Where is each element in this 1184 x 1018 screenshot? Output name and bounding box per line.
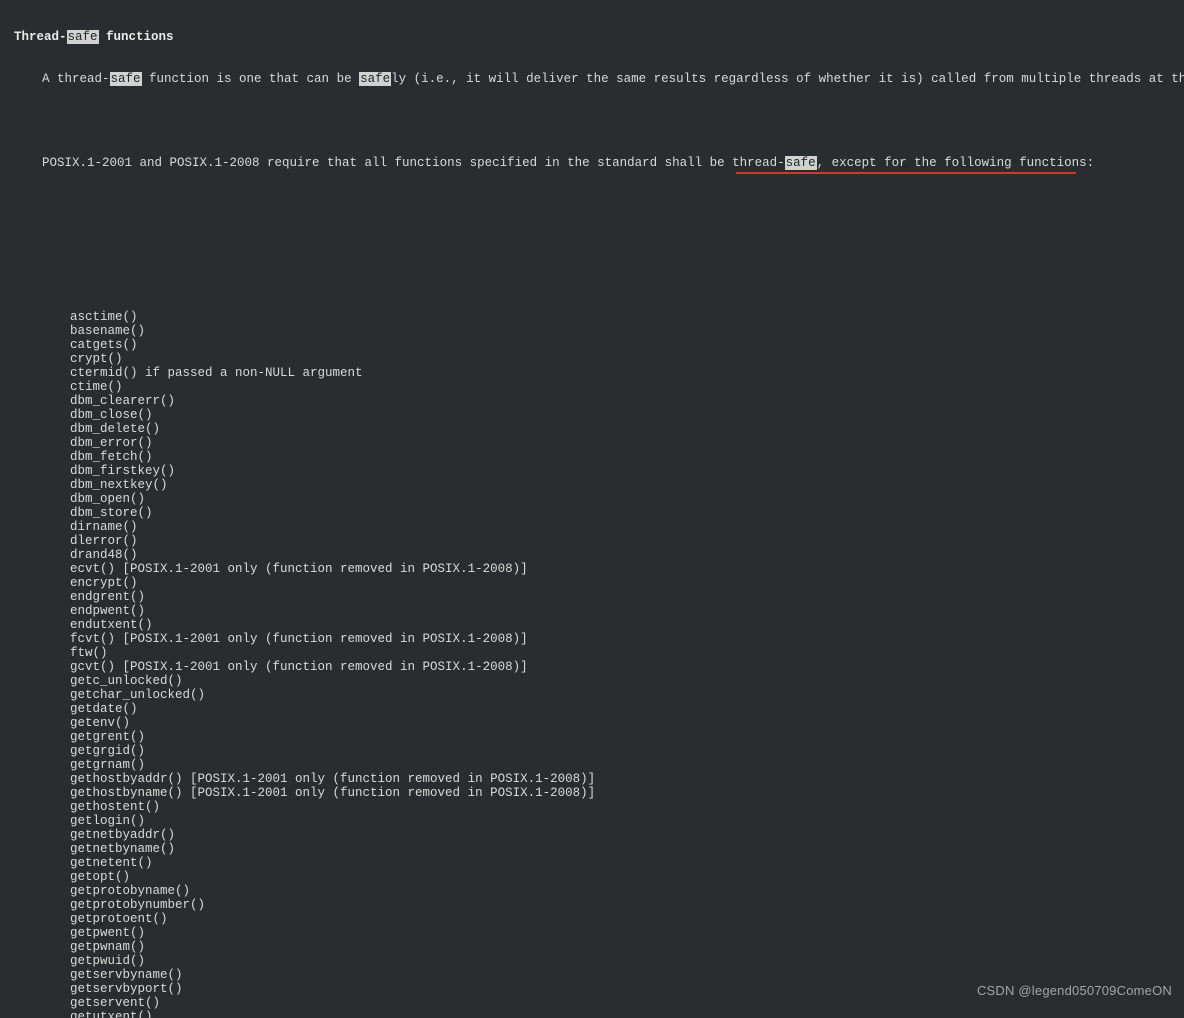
p1-hl1: safe	[110, 72, 142, 86]
function-item: asctime()	[70, 310, 1184, 324]
function-item: getservent()	[70, 996, 1184, 1010]
paragraph-1: A thread-safe function is one that can b…	[42, 72, 1184, 86]
section-title: Thread-safe functions	[14, 30, 1184, 44]
function-item: gethostbyname() [POSIX.1-2001 only (func…	[70, 786, 1184, 800]
function-item: getchar_unlocked()	[70, 688, 1184, 702]
function-item: gethostbyaddr() [POSIX.1-2001 only (func…	[70, 772, 1184, 786]
function-item: dbm_open()	[70, 492, 1184, 506]
function-item: gcvt() [POSIX.1-2001 only (function remo…	[70, 660, 1184, 674]
function-item: gethostent()	[70, 800, 1184, 814]
function-item: getpwnam()	[70, 940, 1184, 954]
p1-mid: function is one that can be	[142, 72, 360, 86]
function-item: dbm_error()	[70, 436, 1184, 450]
function-item: getopt()	[70, 870, 1184, 884]
function-item: ecvt() [POSIX.1-2001 only (function remo…	[70, 562, 1184, 576]
function-item: getpwent()	[70, 926, 1184, 940]
function-item: getgrnam()	[70, 758, 1184, 772]
p1-pre: A thread-	[42, 72, 110, 86]
title-post: functions	[99, 30, 174, 44]
watermark: CSDN @legend050709ComeON	[977, 984, 1172, 998]
function-item: getnetent()	[70, 856, 1184, 870]
function-item: encrypt()	[70, 576, 1184, 590]
function-item: basename()	[70, 324, 1184, 338]
function-item: dbm_store()	[70, 506, 1184, 520]
function-item: endutxent()	[70, 618, 1184, 632]
function-item: getgrgid()	[70, 744, 1184, 758]
function-item: dbm_clearerr()	[70, 394, 1184, 408]
p2-pre: POSIX.1-2001 and POSIX.1-2008 require th…	[42, 156, 785, 170]
function-item: getnetbyname()	[70, 842, 1184, 856]
function-item: getutxent()	[70, 1010, 1184, 1018]
title-highlight: safe	[67, 30, 99, 44]
function-item: dlerror()	[70, 534, 1184, 548]
manpage-content: Thread-safe functions A thread-safe func…	[0, 0, 1184, 1018]
blank-line	[14, 114, 1184, 128]
function-item: getprotobyname()	[70, 884, 1184, 898]
function-item: getdate()	[70, 702, 1184, 716]
function-item: dbm_nextkey()	[70, 478, 1184, 492]
function-item: getgrent()	[70, 730, 1184, 744]
function-item: dbm_close()	[70, 408, 1184, 422]
function-item: getnetbyaddr()	[70, 828, 1184, 842]
function-item: ctime()	[70, 380, 1184, 394]
p2-post: , except for the following functions:	[817, 156, 1095, 170]
p1-hl2: safe	[359, 72, 391, 86]
function-item: getprotobynumber()	[70, 898, 1184, 912]
function-item: getenv()	[70, 716, 1184, 730]
function-item: dbm_fetch()	[70, 450, 1184, 464]
function-item: catgets()	[70, 338, 1184, 352]
function-item: getlogin()	[70, 814, 1184, 828]
annotation-underline-top	[736, 172, 1076, 174]
function-item: getc_unlocked()	[70, 674, 1184, 688]
function-item: endgrent()	[70, 590, 1184, 604]
function-item: getpwuid()	[70, 954, 1184, 968]
blank-line	[14, 226, 1184, 240]
p2-hl: safe	[785, 156, 817, 170]
function-item: ftw()	[70, 646, 1184, 660]
function-item: getprotoent()	[70, 912, 1184, 926]
function-item: dirname()	[70, 520, 1184, 534]
function-item: fcvt() [POSIX.1-2001 only (function remo…	[70, 632, 1184, 646]
function-item: getservbyname()	[70, 968, 1184, 982]
p1-post: ly (i.e., it will deliver the same resul…	[391, 72, 1184, 86]
function-item: ctermid() if passed a non-NULL argument	[70, 366, 1184, 380]
function-item: dbm_delete()	[70, 422, 1184, 436]
function-item: dbm_firstkey()	[70, 464, 1184, 478]
function-list: asctime()basename()catgets()crypt()cterm…	[70, 268, 1184, 1018]
function-item: crypt()	[70, 352, 1184, 366]
function-item: endpwent()	[70, 604, 1184, 618]
title-pre: Thread-	[14, 30, 67, 44]
paragraph-2: POSIX.1-2001 and POSIX.1-2008 require th…	[42, 156, 1184, 198]
function-item: drand48()	[70, 548, 1184, 562]
